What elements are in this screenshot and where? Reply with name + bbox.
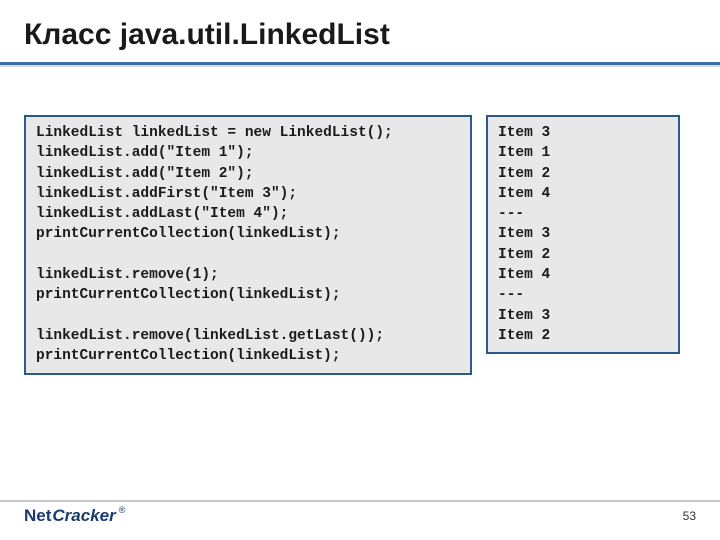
logo-text-cracker: Cracker	[52, 506, 115, 526]
footer: Net Cracker ® 53	[0, 500, 720, 540]
code-box-output: Item 3 Item 1 Item 2 Item 4 --- Item 3 I…	[486, 115, 680, 354]
logo-text-net: Net	[24, 506, 51, 526]
code-box-source: LinkedList linkedList = new LinkedList()…	[24, 115, 472, 375]
slide-title: Класс java.util.LinkedList	[0, 0, 720, 62]
logo-registered-mark: ®	[119, 505, 126, 515]
content-area: LinkedList linkedList = new LinkedList()…	[0, 67, 720, 375]
logo: Net Cracker ®	[24, 506, 125, 526]
page-number: 53	[683, 509, 696, 523]
